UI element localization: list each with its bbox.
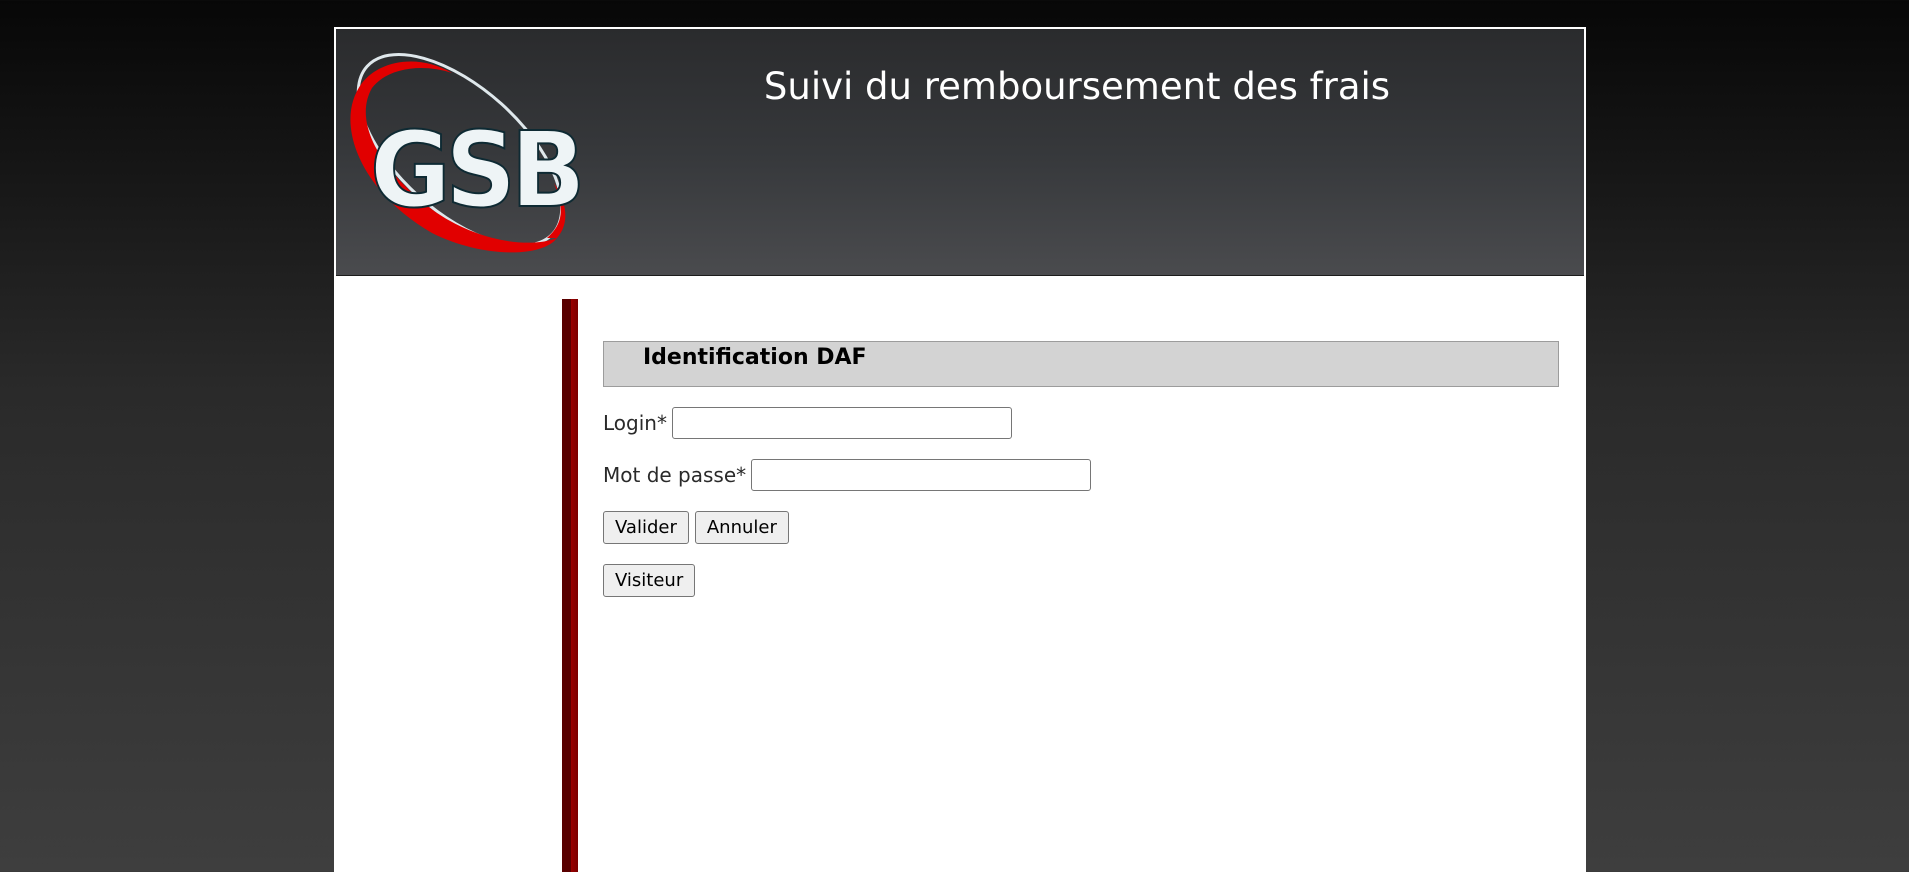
visitor-button[interactable]: Visiteur xyxy=(603,564,696,597)
login-label: Login* xyxy=(603,411,667,435)
site-header: GSB Suivi du remboursement des frais xyxy=(336,29,1584,276)
form-actions: Valider Annuler xyxy=(603,511,1559,544)
gsb-logo: GSB xyxy=(350,53,586,253)
password-label: Mot de passe* xyxy=(603,463,747,487)
password-row: Mot de passe* xyxy=(603,459,1559,491)
site-title: Suivi du remboursement des frais xyxy=(763,65,1391,108)
section-title: Identification DAF xyxy=(643,345,867,370)
login-form: Identification DAF Login* Mot de passe* … xyxy=(603,341,1559,597)
visitor-actions: Visiteur xyxy=(603,564,1559,597)
cancel-button[interactable]: Annuler xyxy=(694,511,789,544)
sidebar-accent-bar xyxy=(562,299,578,872)
page-container: GSB Suivi du remboursement des frais Ide… xyxy=(334,27,1586,872)
login-input[interactable] xyxy=(671,407,1012,439)
password-input[interactable] xyxy=(751,459,1092,491)
logo-text: GSB xyxy=(370,109,580,231)
login-row: Login* xyxy=(603,407,1559,439)
submit-button[interactable]: Valider xyxy=(603,511,689,544)
section-header: Identification DAF xyxy=(603,341,1559,387)
